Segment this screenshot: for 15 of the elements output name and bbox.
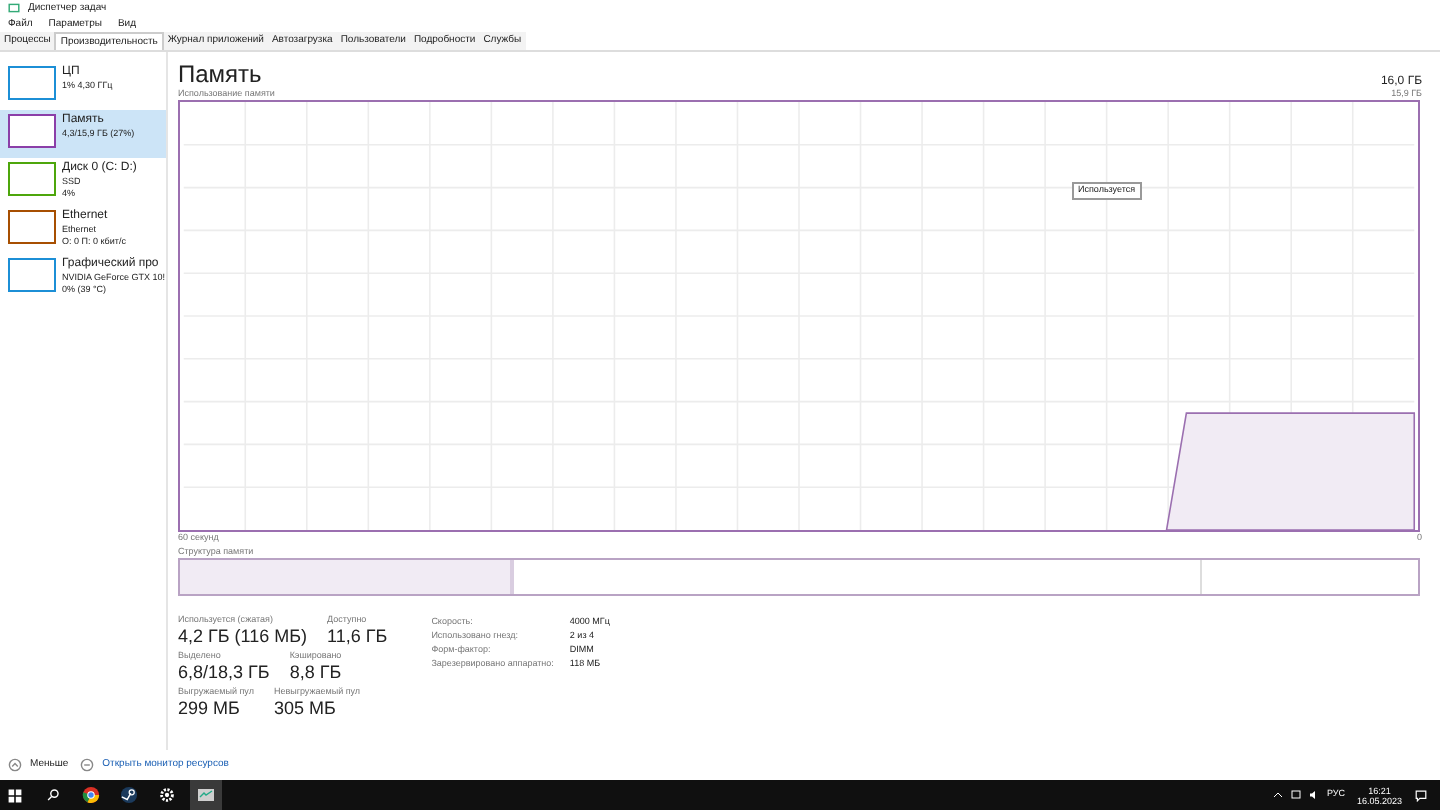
notification-icon[interactable]: [1414, 789, 1428, 801]
monitor-icon[interactable]: [80, 758, 95, 772]
stat-value: 4,2 ГБ (116 МБ): [178, 626, 308, 646]
app-icon: [8, 2, 20, 14]
stat-value: 8,8 ГБ: [289, 662, 342, 682]
stat-value: 11,6 ГБ: [327, 626, 388, 646]
stat-value: 6,8/18,3 ГБ: [178, 662, 270, 682]
chevron-up-icon[interactable]: [1272, 790, 1285, 800]
stat-value: 299 МБ: [178, 698, 242, 718]
page-title: Память: [178, 62, 262, 88]
volume-icon[interactable]: [1308, 790, 1321, 800]
collapse-icon[interactable]: [8, 758, 22, 772]
task-manager-icon[interactable]: [190, 780, 222, 810]
network-icon[interactable]: [1290, 790, 1303, 800]
stat-value: 305 МБ: [273, 698, 338, 718]
